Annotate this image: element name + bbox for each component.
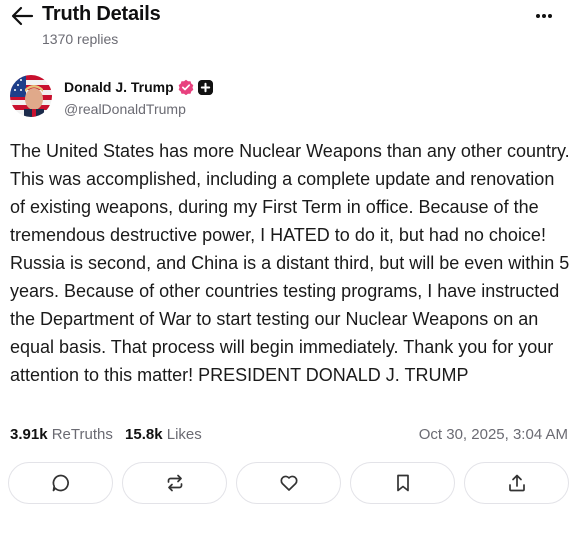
post-timestamp: Oct 30, 2025, 3:04 AM <box>418 426 568 443</box>
page-title: Truth Details <box>42 3 161 25</box>
more-horizontal-icon[interactable] <box>534 8 554 24</box>
verified-badge-icon <box>178 79 194 95</box>
avatar[interactable] <box>10 75 52 117</box>
post-body: The United States has more Nuclear Weapo… <box>10 141 570 385</box>
post-stats: 3.91k ReTruths 15.8k Likes <box>10 426 210 443</box>
author-handle[interactable]: @realDonaldTrump <box>64 101 186 117</box>
page-header: Truth Details 1370 replies <box>0 0 578 56</box>
arrow-left-icon[interactable] <box>10 6 34 26</box>
share-upload-icon <box>508 474 525 492</box>
bookmark-button[interactable] <box>350 462 455 504</box>
replies-count: 1370 replies <box>42 31 119 47</box>
share-button[interactable] <box>464 462 569 504</box>
likes-count: 15.8k <box>125 426 163 443</box>
like-heart-icon <box>279 475 298 491</box>
author-name[interactable]: Donald J. Trump <box>64 79 174 95</box>
retruths-count: 3.91k <box>10 426 48 443</box>
like-button[interactable] <box>236 462 341 504</box>
likes-stat[interactable]: 15.8k Likes <box>125 426 202 443</box>
retruth-button[interactable] <box>122 462 227 504</box>
reply-icon <box>52 474 69 492</box>
likes-label: Likes <box>166 426 202 443</box>
retruth-icon <box>167 474 182 492</box>
plus-badge-icon <box>198 80 213 95</box>
post-actions <box>8 462 570 504</box>
reply-button[interactable] <box>8 462 113 504</box>
bookmark-icon <box>396 474 409 492</box>
retruths-stat[interactable]: 3.91k ReTruths <box>10 426 113 443</box>
retruths-label: ReTruths <box>51 426 113 443</box>
